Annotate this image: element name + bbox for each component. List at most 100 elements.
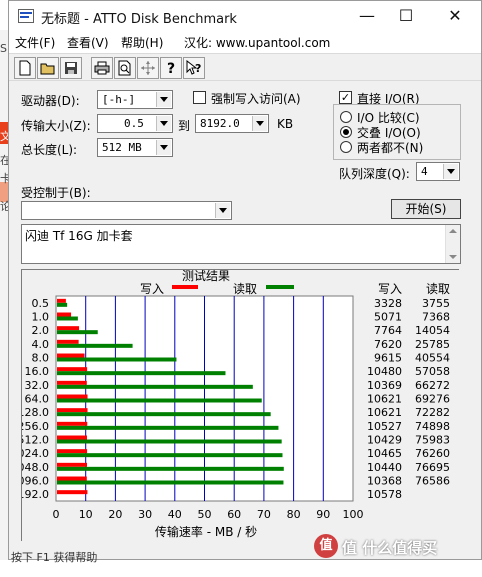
print-preview-icon bbox=[118, 60, 131, 76]
write-value: 10480 bbox=[367, 365, 402, 378]
menu-localized-by[interactable]: 汉化: www.upantool.com bbox=[184, 34, 330, 51]
description-scrollbar[interactable] bbox=[445, 225, 460, 263]
kb-label: KB bbox=[277, 117, 294, 131]
toolbar: ? ? bbox=[9, 53, 481, 81]
chevron-down-icon[interactable] bbox=[156, 140, 171, 155]
results-panel: 0.51.02.04.08.016.032.064.0128.0256.0512… bbox=[11, 268, 460, 542]
write-column-header: 写入 bbox=[378, 282, 402, 296]
write-value: 10621 bbox=[367, 406, 402, 419]
chevron-down-icon[interactable] bbox=[252, 116, 267, 131]
help-button[interactable]: ? bbox=[160, 57, 182, 79]
write-value: 10578 bbox=[367, 488, 402, 501]
legend-write-swatch bbox=[172, 285, 198, 289]
queue-depth-select[interactable]: 4 bbox=[416, 162, 460, 181]
chevron-down-icon[interactable] bbox=[443, 164, 458, 179]
read-value: 3755 bbox=[422, 297, 450, 310]
print-preview-button[interactable] bbox=[114, 57, 136, 79]
write-value: 10440 bbox=[367, 461, 402, 474]
total-length-select[interactable]: 512 MB bbox=[97, 138, 173, 157]
queue-depth-label: 队列深度(Q): bbox=[339, 167, 410, 181]
context-help-button[interactable]: ? bbox=[183, 57, 205, 79]
category-label: 8.0 bbox=[32, 352, 50, 365]
write-bar bbox=[57, 380, 87, 385]
read-value: 69276 bbox=[415, 393, 450, 406]
print-button[interactable] bbox=[91, 57, 113, 79]
menu-file[interactable]: 文件(F) bbox=[15, 34, 55, 51]
results-chart: 0.51.02.04.08.016.032.064.0128.0256.0512… bbox=[11, 268, 460, 542]
read-bar bbox=[57, 425, 279, 430]
write-bar bbox=[57, 435, 87, 440]
read-value: 66272 bbox=[415, 379, 450, 392]
queue-depth-value: 4 bbox=[421, 165, 428, 178]
title-bar[interactable]: 无标题 - ATTO Disk Benchmark — ☐ ✕ bbox=[9, 1, 481, 31]
transfer-size-from-select[interactable]: 0.5 bbox=[97, 114, 173, 133]
category-label: 512.0 bbox=[22, 434, 49, 447]
open-button[interactable] bbox=[37, 57, 59, 79]
maximize-button[interactable]: ☐ bbox=[383, 1, 429, 31]
read-bar bbox=[57, 480, 284, 485]
close-icon: ✕ bbox=[448, 6, 462, 25]
neither-label: 两者都不(N) bbox=[357, 141, 424, 155]
scroll-down-icon[interactable] bbox=[449, 255, 457, 259]
category-label: 64.0 bbox=[25, 393, 50, 406]
write-bar bbox=[57, 490, 88, 495]
write-bar bbox=[57, 476, 87, 481]
category-label: 16.0 bbox=[25, 365, 50, 378]
category-label: 2048.0 bbox=[22, 461, 49, 474]
overlap-io-radio[interactable] bbox=[340, 126, 352, 138]
description-textarea[interactable]: 闪迪 Tf 16G 加卡套 bbox=[21, 224, 461, 264]
menu-view[interactable]: 查看(V) bbox=[67, 34, 109, 51]
category-label: 1.0 bbox=[32, 311, 50, 324]
io-compare-radio[interactable] bbox=[340, 111, 352, 123]
chevron-down-icon[interactable] bbox=[156, 116, 171, 131]
new-button[interactable] bbox=[14, 57, 36, 79]
write-value: 10429 bbox=[367, 434, 402, 447]
move-button[interactable] bbox=[137, 57, 159, 79]
menu-help[interactable]: 帮助(H) bbox=[121, 34, 163, 51]
write-value: 7620 bbox=[374, 338, 402, 351]
write-bar bbox=[57, 449, 88, 454]
start-button[interactable]: 开始(S) bbox=[391, 199, 461, 219]
read-value: 76695 bbox=[415, 461, 450, 474]
category-label: 128.0 bbox=[22, 406, 49, 419]
x-tick-label: 0 bbox=[53, 508, 60, 521]
svg-text:?: ? bbox=[167, 61, 175, 76]
transfer-size-to-select[interactable]: 8192.0 bbox=[195, 114, 269, 133]
read-bar bbox=[57, 398, 262, 403]
x-tick-label: 20 bbox=[108, 508, 122, 521]
results-title: 测试结果 bbox=[182, 270, 230, 283]
background-glyph: S bbox=[0, 42, 7, 55]
read-bar bbox=[57, 453, 283, 458]
drive-select[interactable]: [-h-] bbox=[97, 90, 173, 109]
chevron-down-icon[interactable] bbox=[156, 92, 171, 107]
print-icon bbox=[94, 61, 110, 75]
controlled-by-label: 受控制于(B): bbox=[21, 186, 91, 200]
x-tick-label: 30 bbox=[138, 508, 152, 521]
controlled-by-select[interactable] bbox=[21, 201, 232, 220]
category-label: 256.0 bbox=[22, 420, 49, 433]
x-tick-label: 10 bbox=[79, 508, 93, 521]
read-bar bbox=[57, 330, 98, 335]
atto-window: 无标题 - ATTO Disk Benchmark — ☐ ✕ 文件(F) 查看… bbox=[8, 0, 482, 564]
read-bar bbox=[57, 316, 78, 321]
app-icon bbox=[18, 9, 34, 23]
save-button[interactable] bbox=[60, 57, 82, 79]
drive-label: 驱动器(D): bbox=[21, 94, 80, 108]
direct-io-checkbox[interactable]: ✓ bbox=[339, 91, 352, 104]
new-icon bbox=[19, 60, 31, 76]
read-value: 14054 bbox=[415, 324, 450, 337]
chevron-down-icon[interactable] bbox=[215, 203, 230, 218]
legend-write-label: 写入 bbox=[140, 282, 164, 296]
write-bar bbox=[57, 298, 66, 303]
move-icon bbox=[141, 61, 155, 75]
force-write-checkbox[interactable] bbox=[193, 91, 206, 104]
write-bar bbox=[57, 312, 72, 317]
scroll-up-icon[interactable] bbox=[449, 229, 457, 233]
open-icon bbox=[40, 63, 55, 75]
neither-radio[interactable] bbox=[340, 141, 352, 153]
close-button[interactable]: ✕ bbox=[432, 1, 478, 31]
watermark-logo: 值 bbox=[314, 534, 338, 558]
read-bar bbox=[57, 466, 284, 471]
read-bar bbox=[57, 384, 253, 389]
x-tick-label: 100 bbox=[343, 508, 364, 521]
